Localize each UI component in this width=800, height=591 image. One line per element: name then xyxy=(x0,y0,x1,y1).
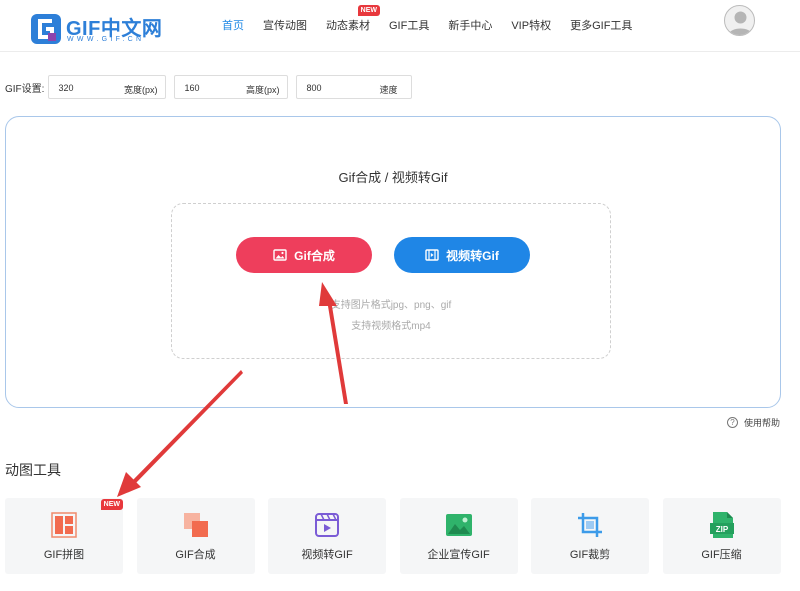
width-field[interactable]: 320 宽度(px) xyxy=(48,75,167,99)
new-badge: NEW xyxy=(100,499,123,510)
tool-card-gif-merge[interactable]: GIF合成 xyxy=(136,498,255,574)
tools-grid: NEW GIF拼图 GIF合成 视频转GIF 企业宣传GIF GIF裁剪 ZIP… xyxy=(5,498,794,574)
avatar[interactable] xyxy=(724,5,755,36)
height-field[interactable]: 160 高度(px) xyxy=(174,75,289,99)
film-icon xyxy=(425,249,439,261)
nav-item-home[interactable]: 首页 xyxy=(222,17,244,33)
nav-item-vip[interactable]: VIP特权 xyxy=(511,17,551,33)
user-icon xyxy=(728,11,753,35)
tool-label: GIF拼图 xyxy=(43,549,85,561)
tool-card-video-to-gif[interactable]: 视频转GIF xyxy=(268,498,386,574)
main-nav: 首页 宣传动图 动态素材 NEW GIF工具 新手中心 VIP特权 更多GIF工… xyxy=(222,5,651,33)
tool-label: GIF裁剪 xyxy=(569,549,611,561)
tool-label: GIF合成 xyxy=(175,549,216,561)
nav-item-materials[interactable]: 动态素材 NEW xyxy=(326,5,380,33)
new-badge: NEW xyxy=(357,5,380,16)
merge-icon xyxy=(183,513,208,537)
video-format-hint: 支持视频格式mp4 xyxy=(351,321,431,332)
tool-card-gif-collage[interactable]: NEW GIF拼图 xyxy=(5,498,123,574)
nav-item-beginner[interactable]: 新手中心 xyxy=(448,17,492,33)
tool-card-enterprise-gif[interactable]: 企业宣传GIF xyxy=(399,498,518,574)
nav-item-promo-gif[interactable]: 宣传动图 xyxy=(263,17,307,33)
height-unit: 高度(px) xyxy=(245,85,280,95)
logo-subtitle: WWW.GIF.CN xyxy=(67,36,145,43)
help-label: 使用帮助 xyxy=(744,418,781,428)
speed-field[interactable]: 800 速度 xyxy=(296,75,413,99)
tool-card-gif-compress[interactable]: ZIP GIF压缩 xyxy=(662,498,781,574)
svg-text:ZIP: ZIP xyxy=(715,525,728,534)
video-to-gif-button-label: 视频转Gif xyxy=(446,248,499,263)
dropzone[interactable]: Gif合成 视频转Gif 支持图片格式jpg、png、gif 支持视频格式mp4 xyxy=(171,203,611,359)
image-icon xyxy=(273,249,287,261)
nav-item-more-tools[interactable]: 更多GIF工具 xyxy=(570,17,632,33)
width-value: 320 xyxy=(58,83,74,93)
speed-value: 800 xyxy=(306,83,322,93)
zip-icon: ZIP xyxy=(709,512,734,538)
crop-icon xyxy=(578,513,602,537)
tool-card-gif-crop[interactable]: GIF裁剪 xyxy=(531,498,649,574)
image-icon xyxy=(445,514,472,536)
help-link[interactable]: ? 使用帮助 xyxy=(727,416,780,429)
nav-item-gif-tools[interactable]: GIF工具 xyxy=(389,17,429,33)
tool-label: 视频转GIF xyxy=(301,549,353,561)
tool-label: 企业宣传GIF xyxy=(427,549,490,561)
tool-label: GIF压缩 xyxy=(701,549,742,561)
question-icon: ? xyxy=(727,417,738,428)
upload-panel: Gif合成 / 视频转Gif Gif合成 视频转Gif 支持图片格式jpg、pn… xyxy=(5,116,781,408)
settings-label: GIF设置: xyxy=(5,83,45,95)
collage-icon xyxy=(51,512,77,538)
height-value: 160 xyxy=(184,83,200,93)
video-to-gif-button[interactable]: 视频转Gif xyxy=(394,237,530,273)
logo[interactable]: GIF中文网 WWW.GIF.CN xyxy=(30,10,162,48)
width-unit: 宽度(px) xyxy=(123,85,158,95)
video-icon xyxy=(315,513,339,537)
gif-merge-button[interactable]: Gif合成 xyxy=(236,237,372,273)
logo-mark-icon xyxy=(31,14,61,44)
gif-settings: GIF设置: 320 宽度(px) 160 高度(px) 800 速度 xyxy=(5,75,420,99)
speed-unit: 速度 xyxy=(379,85,398,95)
image-format-hint: 支持图片格式jpg、png、gif xyxy=(330,300,452,311)
tools-section-title: 动图工具 xyxy=(5,462,61,478)
site-header: GIF中文网 WWW.GIF.CN 首页 宣传动图 动态素材 NEW GIF工具… xyxy=(0,0,800,52)
nav-item-materials-label: 动态素材 xyxy=(326,20,370,32)
gif-merge-button-label: Gif合成 xyxy=(294,248,335,263)
upload-title: Gif合成 / 视频转Gif xyxy=(338,170,448,185)
